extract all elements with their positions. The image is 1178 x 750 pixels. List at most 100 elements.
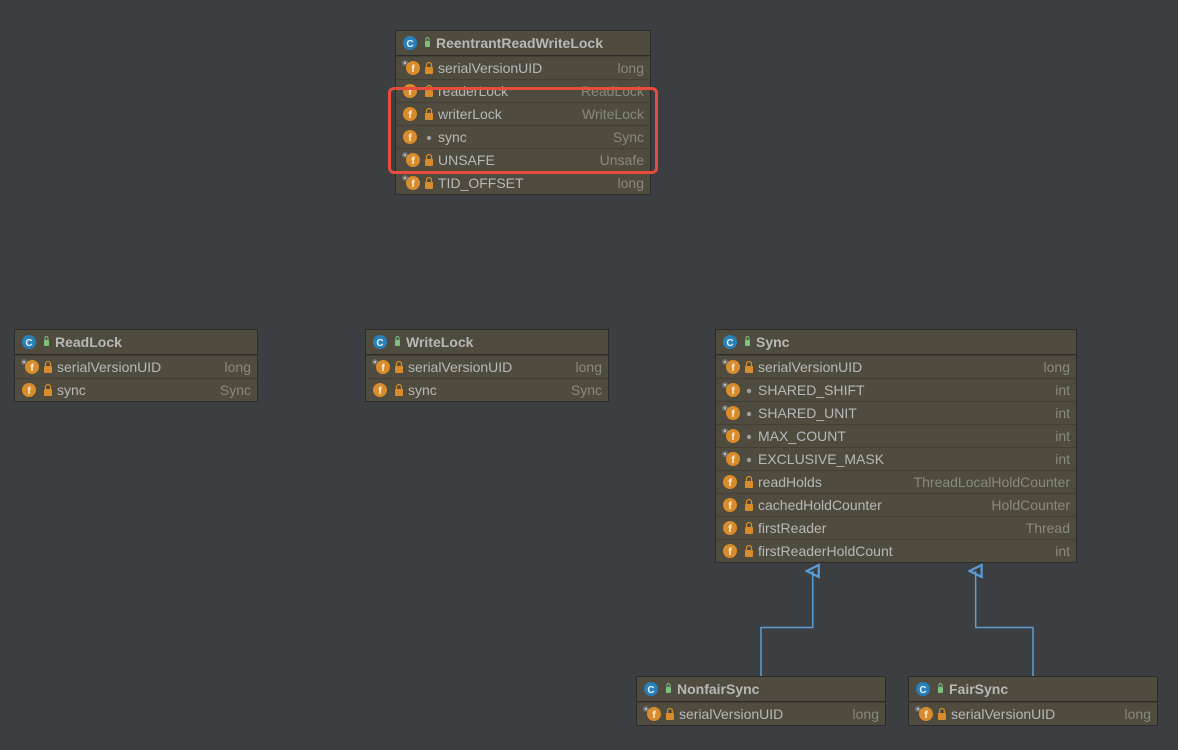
private-lock-icon bbox=[424, 61, 434, 75]
class-fairsync[interactable]: C FairSync f serialVersionUID long bbox=[908, 676, 1158, 726]
static-field-icon: f bbox=[21, 359, 39, 375]
field-row[interactable]: f serialVersionUID long bbox=[15, 355, 257, 378]
class-name-label: NonfairSync bbox=[677, 681, 759, 697]
field-row[interactable]: f readerLock ReadLock bbox=[396, 79, 650, 102]
class-nonfairsync[interactable]: C NonfairSync f serialVersionUID long bbox=[636, 676, 886, 726]
field-icon: f bbox=[722, 497, 740, 513]
class-icon: C bbox=[21, 334, 37, 350]
field-row[interactable]: f serialVersionUID long bbox=[637, 702, 885, 725]
field-row[interactable]: f serialVersionUID long bbox=[716, 355, 1076, 378]
static-field-icon: f bbox=[402, 60, 420, 76]
field-type: Unsafe bbox=[600, 152, 644, 168]
field-type: int bbox=[1055, 451, 1070, 467]
package-visibility-icon bbox=[744, 383, 754, 397]
field-type: ThreadLocalHoldCounter bbox=[914, 474, 1070, 490]
static-field-icon: f bbox=[402, 152, 420, 168]
class-header: C Sync bbox=[716, 330, 1076, 355]
private-lock-icon bbox=[43, 360, 53, 374]
field-row[interactable]: f serialVersionUID long bbox=[396, 56, 650, 79]
field-type: long bbox=[618, 175, 644, 191]
field-name: firstReader bbox=[758, 520, 826, 536]
field-type: ReadLock bbox=[581, 83, 644, 99]
field-row[interactable]: f firstReader Thread bbox=[716, 516, 1076, 539]
class-header: C ReadLock bbox=[15, 330, 257, 355]
static-field-icon: f bbox=[722, 382, 740, 398]
field-row[interactable]: f EXCLUSIVE_MASK int bbox=[716, 447, 1076, 470]
field-name: cachedHoldCounter bbox=[758, 497, 882, 513]
package-visibility-icon bbox=[424, 130, 434, 144]
field-type: long bbox=[576, 359, 602, 375]
inner-class-icon bbox=[663, 681, 673, 697]
field-type: int bbox=[1055, 382, 1070, 398]
field-row[interactable]: f sync Sync bbox=[396, 125, 650, 148]
class-icon: C bbox=[402, 35, 418, 51]
field-type: long bbox=[853, 706, 879, 722]
static-field-icon: f bbox=[722, 405, 740, 421]
field-name: sync bbox=[438, 129, 467, 145]
private-lock-icon bbox=[937, 707, 947, 721]
field-row[interactable]: f MAX_COUNT int bbox=[716, 424, 1076, 447]
class-icon: C bbox=[643, 681, 659, 697]
field-row[interactable]: f readHolds ThreadLocalHoldCounter bbox=[716, 470, 1076, 493]
class-reentrant-readwritelock[interactable]: C ReentrantReadWriteLock f serialVersion… bbox=[395, 30, 651, 195]
private-lock-icon bbox=[744, 521, 754, 535]
class-icon: C bbox=[722, 334, 738, 350]
class-writelock[interactable]: C WriteLock f serialVersionUID long f sy… bbox=[365, 329, 609, 402]
field-name: serialVersionUID bbox=[951, 706, 1055, 722]
field-name: serialVersionUID bbox=[758, 359, 862, 375]
field-name: sync bbox=[408, 382, 437, 398]
field-type: Sync bbox=[220, 382, 251, 398]
field-name: MAX_COUNT bbox=[758, 428, 846, 444]
field-name: serialVersionUID bbox=[438, 60, 542, 76]
static-field-icon: f bbox=[915, 706, 933, 722]
field-row[interactable]: f SHARED_SHIFT int bbox=[716, 378, 1076, 401]
class-sync[interactable]: C Sync f serialVersionUID long f SHARED_… bbox=[715, 329, 1077, 563]
field-type: int bbox=[1055, 543, 1070, 559]
field-icon: f bbox=[21, 382, 39, 398]
static-field-icon: f bbox=[722, 428, 740, 444]
field-row[interactable]: f serialVersionUID long bbox=[909, 702, 1157, 725]
field-row[interactable]: f writerLock WriteLock bbox=[396, 102, 650, 125]
field-name: firstReaderHoldCount bbox=[758, 543, 893, 559]
field-name: readerLock bbox=[438, 83, 508, 99]
private-lock-icon bbox=[424, 153, 434, 167]
class-header: C ReentrantReadWriteLock bbox=[396, 31, 650, 56]
private-lock-icon bbox=[744, 475, 754, 489]
field-type: long bbox=[618, 60, 644, 76]
class-readlock[interactable]: C ReadLock f serialVersionUID long f syn… bbox=[14, 329, 258, 402]
field-type: long bbox=[225, 359, 251, 375]
field-name: TID_OFFSET bbox=[438, 175, 524, 191]
field-icon: f bbox=[402, 83, 420, 99]
class-name-label: Sync bbox=[756, 334, 789, 350]
svg-text:C: C bbox=[919, 685, 926, 696]
svg-text:C: C bbox=[406, 39, 413, 50]
field-type: Thread bbox=[1026, 520, 1070, 536]
field-row[interactable]: f firstReaderHoldCount int bbox=[716, 539, 1076, 562]
field-row[interactable]: f TID_OFFSET long bbox=[396, 171, 650, 194]
inner-class-icon bbox=[392, 334, 402, 350]
field-icon: f bbox=[722, 520, 740, 536]
field-row[interactable]: f sync Sync bbox=[366, 378, 608, 401]
package-visibility-icon bbox=[744, 406, 754, 420]
field-type: WriteLock bbox=[582, 106, 644, 122]
field-icon: f bbox=[402, 106, 420, 122]
field-row[interactable]: f cachedHoldCounter HoldCounter bbox=[716, 493, 1076, 516]
class-name-label: FairSync bbox=[949, 681, 1008, 697]
field-row[interactable]: f sync Sync bbox=[15, 378, 257, 401]
field-row[interactable]: f UNSAFE Unsafe bbox=[396, 148, 650, 171]
field-type: long bbox=[1044, 359, 1070, 375]
field-type: HoldCounter bbox=[991, 497, 1070, 513]
field-name: serialVersionUID bbox=[679, 706, 783, 722]
field-row[interactable]: f serialVersionUID long bbox=[366, 355, 608, 378]
field-type: Sync bbox=[613, 129, 644, 145]
class-header: C FairSync bbox=[909, 677, 1157, 702]
field-name: SHARED_SHIFT bbox=[758, 382, 865, 398]
private-lock-icon bbox=[744, 544, 754, 558]
static-field-icon: f bbox=[722, 451, 740, 467]
field-row[interactable]: f SHARED_UNIT int bbox=[716, 401, 1076, 424]
field-name: serialVersionUID bbox=[57, 359, 161, 375]
package-visibility-icon bbox=[744, 429, 754, 443]
field-type: int bbox=[1055, 405, 1070, 421]
class-name-label: WriteLock bbox=[406, 334, 473, 350]
inner-class-icon bbox=[422, 35, 432, 51]
